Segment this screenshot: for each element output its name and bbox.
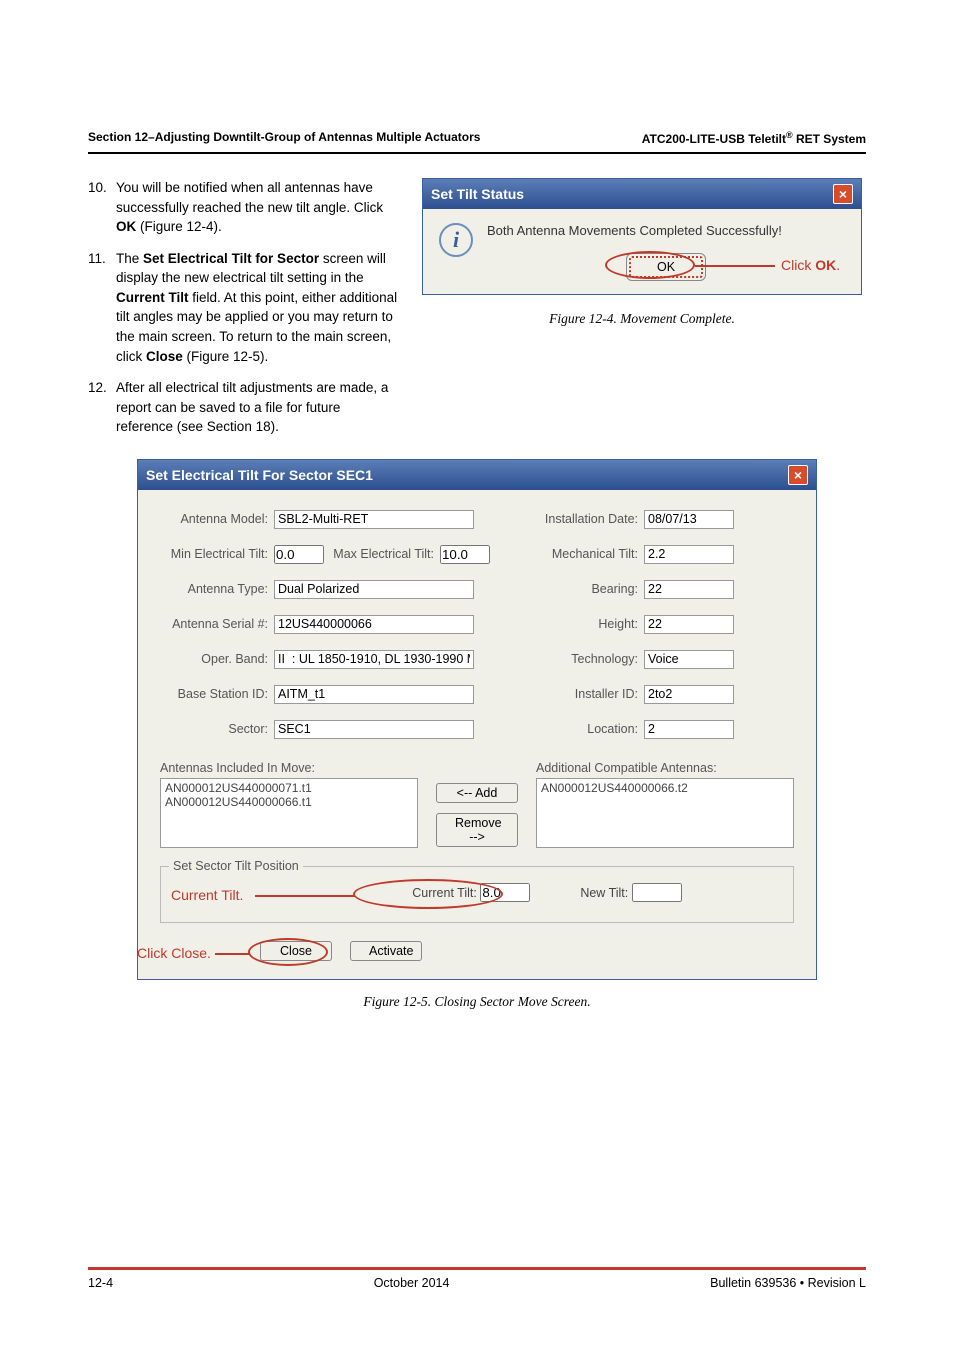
dialog-title: Set Tilt Status <box>431 186 524 202</box>
current-tilt-field[interactable] <box>480 883 530 902</box>
callout-text: Click OK. <box>781 257 840 273</box>
new-tilt-field[interactable] <box>632 883 682 902</box>
dialog-titlebar: Set Tilt Status × <box>423 179 861 209</box>
step-10: 10. You will be notified when all antenn… <box>88 178 398 237</box>
callout-line <box>215 953 250 955</box>
current-tilt-label: Current Tilt: <box>412 886 477 900</box>
oper-band-label: Oper. Band: <box>160 652 268 666</box>
new-tilt-label: New Tilt: <box>580 886 628 900</box>
included-listbox[interactable]: AN000012US440000071.t1 AN000012US4400000… <box>160 778 418 848</box>
fieldset-legend: Set Sector Tilt Position <box>169 859 303 873</box>
figure-12-4-caption: Figure 12-4. Movement Complete. <box>418 311 866 327</box>
antenna-type-label: Antenna Type: <box>160 582 268 596</box>
current-tilt-callout: Current Tilt. <box>171 887 243 903</box>
callout-line <box>255 895 355 897</box>
technology-label: Technology: <box>530 652 638 666</box>
install-date-label: Installation Date: <box>530 512 638 526</box>
antenna-model-label: Antenna Model: <box>160 512 268 526</box>
min-tilt-field[interactable] <box>274 545 324 564</box>
sector-field[interactable] <box>274 720 474 739</box>
location-field[interactable] <box>644 720 734 739</box>
min-tilt-label: Min Electrical Tilt: <box>160 547 268 561</box>
mech-tilt-label: Mechanical Tilt: <box>530 547 638 561</box>
close-button[interactable]: Close <box>260 941 332 961</box>
footer-right: Bulletin 639536 • Revision L <box>710 1276 866 1290</box>
list-item[interactable]: AN000012US440000071.t1 <box>165 781 413 795</box>
add-button[interactable]: <-- Add <box>436 783 518 803</box>
step-11: 11. The Set Electrical Tilt for Sector s… <box>88 249 398 366</box>
set-electrical-tilt-dialog: Set Electrical Tilt For Sector SEC1 × An… <box>137 459 817 980</box>
serial-field[interactable] <box>274 615 474 634</box>
dialog-titlebar: Set Electrical Tilt For Sector SEC1 × <box>138 460 816 490</box>
footer-center: October 2014 <box>374 1276 450 1290</box>
height-field[interactable] <box>644 615 734 634</box>
serial-label: Antenna Serial #: <box>160 617 268 631</box>
oper-band-field[interactable] <box>274 650 474 669</box>
ok-button[interactable]: OK <box>629 256 703 278</box>
figure-12-5-caption: Figure 12-5. Closing Sector Move Screen. <box>88 994 866 1010</box>
location-label: Location: <box>530 722 638 736</box>
bearing-field[interactable] <box>644 580 734 599</box>
antenna-model-field[interactable] <box>274 510 474 529</box>
max-tilt-label: Max Electrical Tilt: <box>324 547 434 561</box>
antenna-type-field[interactable] <box>274 580 474 599</box>
bearing-label: Bearing: <box>530 582 638 596</box>
page-header: Section 12–Adjusting Downtilt-Group of A… <box>88 130 866 154</box>
dialog-title: Set Electrical Tilt For Sector SEC1 <box>146 467 373 483</box>
page-footer: 12-4 October 2014 Bulletin 639536 • Revi… <box>88 1267 866 1290</box>
callout-line <box>695 265 775 267</box>
set-sector-tilt-fieldset: Set Sector Tilt Position Current Tilt. C… <box>160 866 794 923</box>
info-icon: i <box>439 223 473 257</box>
mech-tilt-field[interactable] <box>644 545 734 564</box>
included-label: Antennas Included In Move: <box>160 761 418 775</box>
installer-field[interactable] <box>644 685 734 704</box>
base-station-label: Base Station ID: <box>160 687 268 701</box>
list-item[interactable]: AN000012US440000066.t2 <box>541 781 789 795</box>
max-tilt-field[interactable] <box>440 545 490 564</box>
set-tilt-status-dialog: Set Tilt Status × i Both Antenna Movemen… <box>422 178 862 295</box>
base-station-field[interactable] <box>274 685 474 704</box>
activate-button[interactable]: Activate <box>350 941 422 961</box>
technology-field[interactable] <box>644 650 734 669</box>
compatible-label: Additional Compatible Antennas: <box>536 761 794 775</box>
close-icon[interactable]: × <box>788 465 808 485</box>
installer-label: Installer ID: <box>530 687 638 701</box>
compatible-listbox[interactable]: AN000012US440000066.t2 <box>536 778 794 848</box>
height-label: Height: <box>530 617 638 631</box>
remove-button[interactable]: Remove --> <box>436 813 518 847</box>
install-date-field[interactable] <box>644 510 734 529</box>
list-item[interactable]: AN000012US440000066.t1 <box>165 795 413 809</box>
footer-left: 12-4 <box>88 1276 113 1290</box>
click-close-callout: Click Close. <box>137 945 211 961</box>
instruction-list: 10. You will be notified when all antenn… <box>88 178 398 437</box>
header-left: Section 12–Adjusting Downtilt-Group of A… <box>88 130 480 146</box>
close-icon[interactable]: × <box>833 184 853 204</box>
sector-label: Sector: <box>160 722 268 736</box>
status-message: Both Antenna Movements Completed Success… <box>487 223 845 238</box>
step-12: 12. After all electrical tilt adjustment… <box>88 378 398 437</box>
header-right: ATC200-LITE-USB Teletilt® RET System <box>642 130 866 146</box>
